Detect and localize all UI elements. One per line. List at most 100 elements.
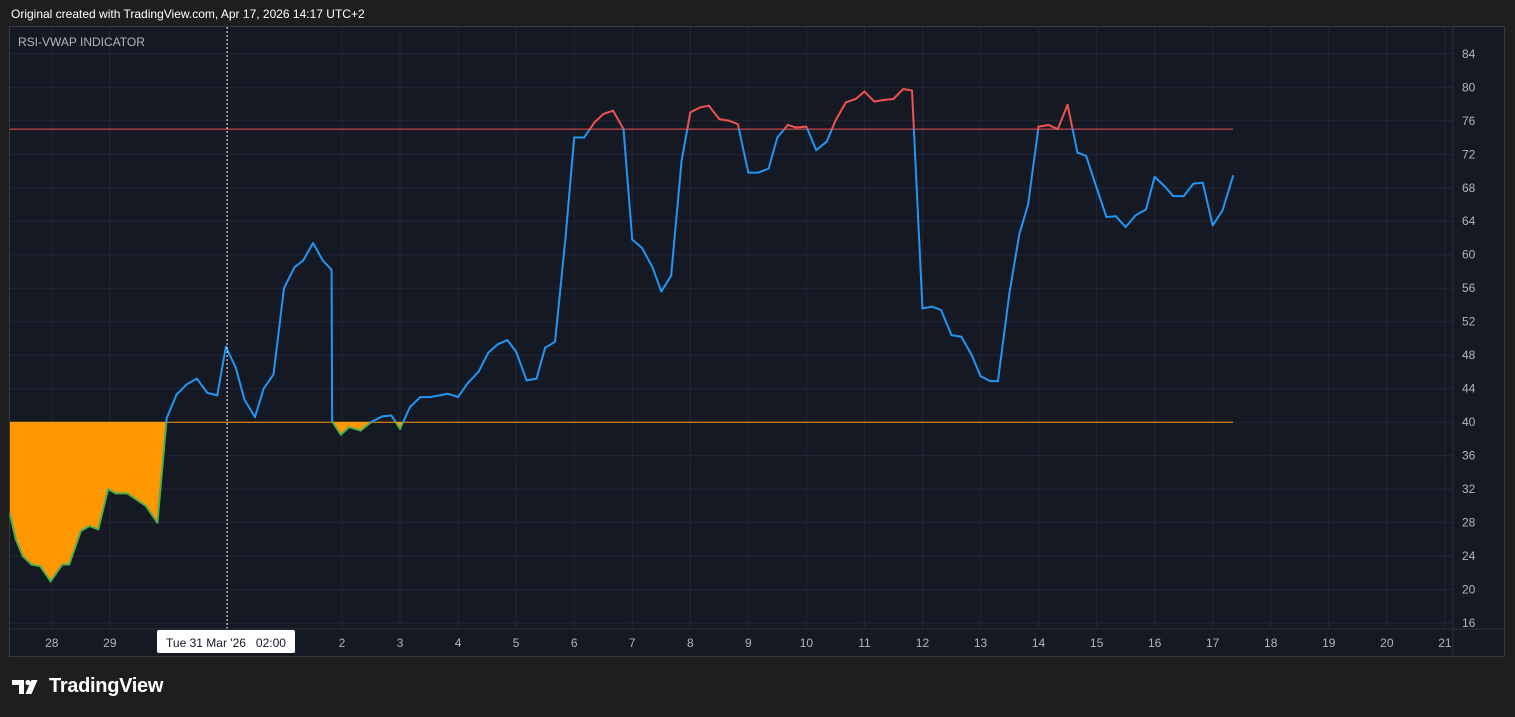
rsi-line-segment	[834, 101, 847, 122]
rsi-line-segment	[1095, 186, 1108, 219]
rsi-line-segment	[330, 268, 334, 423]
rsi-line-segment	[737, 128, 750, 174]
rsi-line-segment	[253, 387, 265, 419]
rsi-vwap-chart[interactable]: 162024283236404448525660646872768084 28 2…	[0, 0, 1515, 717]
x-tick-label: 17	[1206, 636, 1220, 650]
rsi-line-segment	[311, 242, 324, 262]
x-tick-label: 18	[1264, 636, 1278, 650]
rsi-line-segment	[234, 366, 246, 401]
rsi-line-segment	[979, 375, 992, 383]
y-tick-label: 52	[1462, 315, 1476, 329]
rsi-line	[9, 87, 1235, 583]
rsi-line-segment	[680, 128, 689, 162]
y-tick-label: 44	[1462, 382, 1476, 396]
grid-lines	[10, 27, 1453, 629]
y-tick-label: 76	[1462, 114, 1476, 128]
rsi-line-segment	[830, 119, 837, 131]
x-tick-label: 16	[1148, 636, 1162, 650]
x-tick-label: 10	[800, 636, 814, 650]
rsi-line-segment	[165, 393, 178, 420]
x-tick-label: 8	[687, 636, 694, 650]
rsi-line-segment	[554, 236, 567, 343]
oversold-fill	[10, 422, 404, 582]
rsi-line-segment	[931, 305, 943, 311]
rsi-line-segment	[892, 87, 905, 101]
rsi-line-segment	[786, 123, 797, 129]
tradingview-logo[interactable]: TradingView	[12, 675, 163, 698]
rsi-line-segment	[1027, 128, 1040, 206]
x-tick-label: 28	[45, 636, 59, 650]
rsi-line-segment	[515, 350, 528, 382]
y-tick-label: 64	[1462, 214, 1476, 228]
rsi-line-segment	[408, 396, 422, 409]
x-tick-label: 7	[629, 636, 636, 650]
rsi-line-segment	[1144, 175, 1156, 211]
rsi-line-segment	[1182, 182, 1195, 198]
rsi-line-segment	[446, 392, 460, 399]
x-tick-label: 14	[1032, 636, 1046, 650]
rsi-line-segment	[902, 87, 914, 92]
rsi-line-segment	[1066, 103, 1074, 131]
y-tick-label: 36	[1462, 449, 1476, 463]
y-tick-label: 56	[1462, 281, 1476, 295]
x-tick-label: 6	[571, 636, 578, 650]
x-tick-label: 20	[1380, 636, 1394, 650]
y-tick-label: 68	[1462, 181, 1476, 195]
x-tick-label: 11	[858, 636, 871, 650]
rsi-line-segment	[185, 377, 198, 386]
rsi-line-segment	[670, 159, 683, 277]
rsi-line-segment	[960, 335, 973, 357]
rsi-line-segment	[506, 339, 518, 353]
rsi-line-segment	[243, 398, 256, 419]
rsi-line-segment	[1221, 175, 1235, 212]
rsi-line-segment	[873, 98, 886, 103]
rsi-line-segment	[950, 334, 963, 338]
rsi-line-segment	[996, 291, 1011, 383]
y-tick-label: 24	[1462, 549, 1476, 563]
rsi-line-segment	[544, 340, 557, 349]
rsi-line-segment	[262, 373, 275, 390]
rsi-line-segment	[815, 140, 828, 152]
rsi-line-segment	[206, 391, 219, 397]
rsi-line-segment	[525, 377, 538, 382]
rsi-line-segment	[588, 121, 596, 131]
rsi-line-segment	[1134, 208, 1147, 217]
rsi-line-segment	[1211, 209, 1224, 227]
rsi-line-segment	[1071, 128, 1079, 154]
y-tick-label: 16	[1462, 616, 1476, 630]
rsi-line-segment	[622, 128, 634, 241]
rsi-line-segment	[302, 242, 314, 262]
rsi-line-segment	[282, 266, 296, 290]
rsi-line-segment	[272, 287, 285, 376]
rsi-line-segment	[466, 370, 480, 384]
crosshair-time-label: Tue 31 Mar '26 02:00	[157, 630, 295, 653]
y-tick-label: 20	[1462, 583, 1476, 597]
rsi-line-segment	[496, 339, 509, 346]
rsi-line-segment	[1018, 203, 1030, 235]
rsi-line-segment	[728, 119, 739, 126]
rsi-line-segment	[1085, 154, 1098, 189]
x-tick-label: 3	[397, 636, 404, 650]
rsi-line-segment	[921, 305, 934, 310]
x-tick-label: 15	[1090, 636, 1104, 650]
x-tick-label: 5	[513, 636, 520, 650]
rsi-line-segment	[602, 109, 615, 116]
rsi-line-segment	[612, 109, 625, 131]
rsi-line-segment	[535, 346, 547, 380]
oversold-fill-area	[10, 422, 167, 582]
rsi-line-segment	[970, 354, 982, 378]
rsi-line-segment	[1008, 232, 1021, 294]
y-tick-label: 84	[1462, 47, 1476, 61]
rsi-line-segment	[175, 383, 188, 396]
rsi-line-segment	[1201, 181, 1214, 227]
rsi-line-segment	[195, 377, 209, 394]
price-axis[interactable]: 16 20 24 28 32 36 40 44 48 52 56 60 64 68 72 76 80 84	[1462, 47, 1476, 630]
rsi-line-segment	[1105, 215, 1117, 219]
rsi-line-segment	[1047, 123, 1059, 131]
rsi-line-segment	[844, 98, 857, 104]
brand-name: TradingView	[49, 675, 164, 697]
rsi-line-segment	[883, 98, 895, 101]
tradingview-logo-icon	[12, 679, 38, 694]
rsi-line-segment	[825, 128, 833, 143]
rsi-line-segment	[583, 128, 591, 139]
